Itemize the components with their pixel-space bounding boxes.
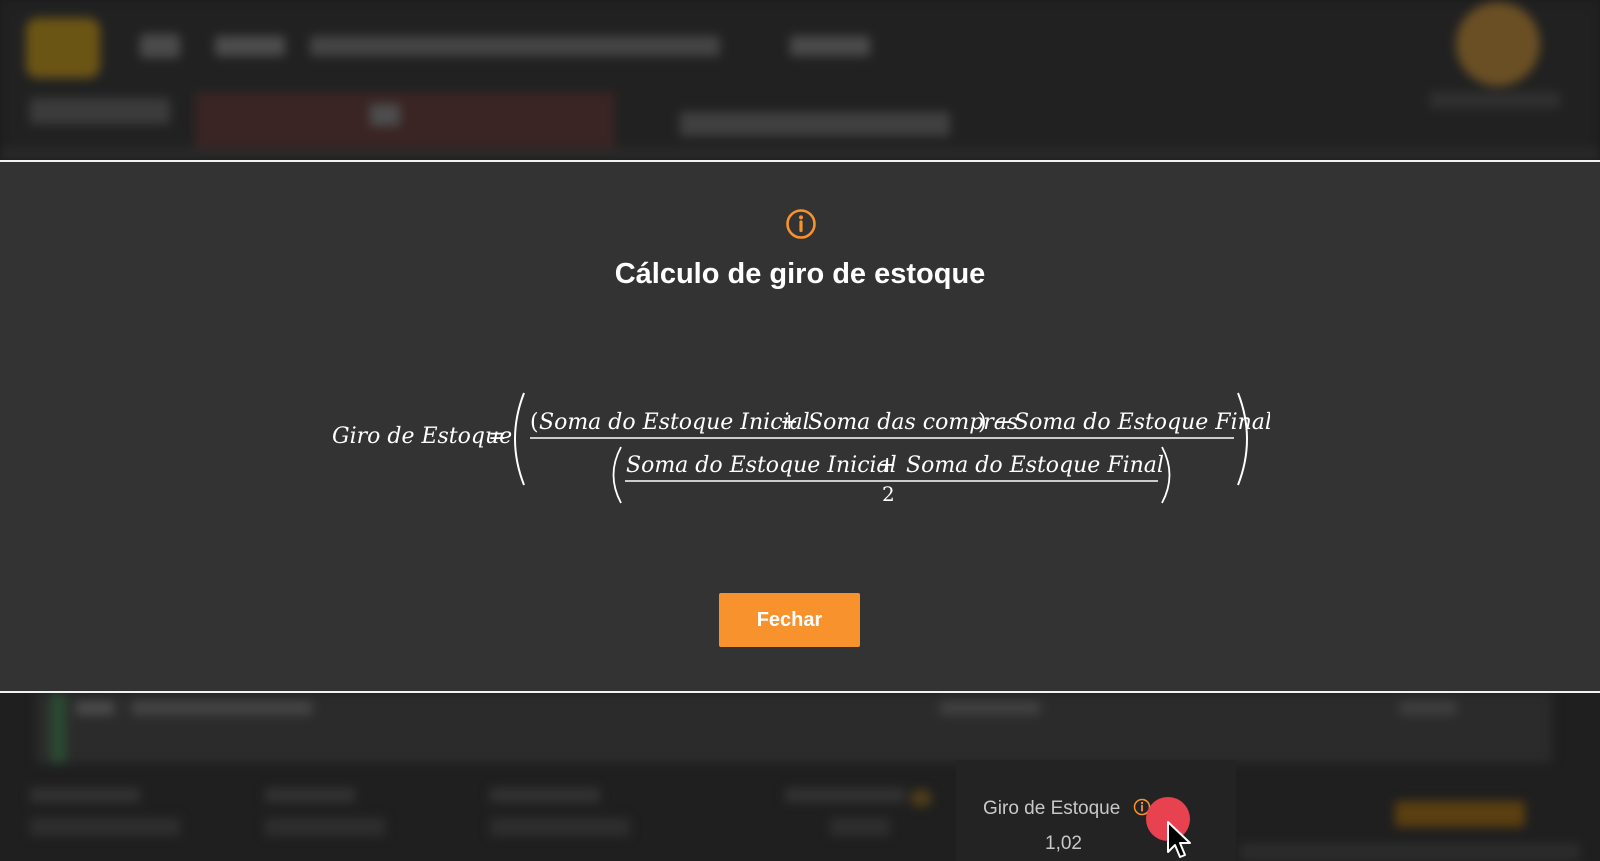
kpi-label-2 — [265, 788, 355, 802]
numerator-minus: − — [994, 410, 1012, 435]
subheader-date — [1430, 92, 1560, 108]
avatar — [1456, 2, 1540, 86]
numerator-term-final: Soma do Estoque Final — [1014, 410, 1270, 435]
row-name — [132, 701, 312, 715]
formula-equals: = — [488, 424, 506, 449]
denominator-divisor: 2 — [882, 482, 895, 506]
footer-strip — [1240, 843, 1580, 861]
row-status-bar — [50, 693, 66, 763]
row-info — [940, 701, 1040, 715]
breadcrumb-page — [310, 36, 720, 56]
background-footer — [0, 693, 1600, 861]
modal-title: Cálculo de giro de estoque — [614, 258, 986, 290]
denominator-plus: + — [878, 453, 896, 478]
kpi-value-2 — [265, 818, 385, 836]
numerator-plus: + — [780, 410, 798, 435]
formula-lhs: Giro de Estoque — [332, 424, 512, 449]
close-button[interactable]: Fechar — [719, 593, 860, 647]
kpi-card-giro-estoque: Giro de Estoque 1,02 — [956, 760, 1236, 861]
kpi-label-1 — [30, 788, 140, 802]
numerator-open-paren: ( — [530, 410, 539, 435]
background-header — [0, 0, 1600, 160]
background-band — [0, 148, 1600, 160]
breadcrumb-home — [215, 36, 285, 56]
subheader-title — [30, 98, 170, 124]
page: Giro de Estoque 1,02 Cálculo de giro de … — [0, 0, 1600, 861]
outer-paren-right — [1237, 392, 1248, 486]
kpi-value-1 — [30, 818, 180, 836]
kpi-label-4 — [785, 788, 905, 802]
formula: Giro de Estoque = ( Soma do Estoque Inic… — [332, 392, 1270, 506]
outer-paren-left — [514, 392, 525, 486]
cursor-icon — [1167, 821, 1191, 858]
numerator-term-initial: Soma do Estoque Inicial — [539, 410, 810, 435]
menu-icon — [140, 34, 180, 58]
info-icon — [786, 209, 816, 239]
kpi-value: 1,02 — [1045, 833, 1082, 854]
kpi-value-3 — [490, 818, 630, 836]
kpi-label-3 — [490, 788, 600, 802]
formula-modal: Cálculo de giro de estoque Giro de Estoq… — [0, 160, 1600, 693]
inner-paren-left — [612, 446, 622, 504]
subheader-badge — [370, 104, 400, 126]
info-icon — [910, 789, 932, 807]
background-footer-content — [0, 693, 1600, 861]
kpi-value-4 — [830, 818, 890, 836]
action-button — [1395, 801, 1525, 827]
subheader-search — [680, 112, 950, 136]
numerator-term-purchases: Soma das compras — [808, 410, 1018, 435]
denominator-term-initial: Soma do Estoque Inicial — [626, 453, 897, 478]
kpi-label: Giro de Estoque — [983, 798, 1121, 819]
app-logo — [26, 18, 100, 78]
row-extra — [1400, 701, 1456, 715]
row-code — [76, 701, 114, 715]
breadcrumb-tail — [790, 36, 870, 56]
denominator-term-final: Soma do Estoque Final — [906, 453, 1164, 478]
subheader-panel — [195, 92, 615, 156]
numerator-close-paren: ) — [978, 410, 987, 435]
